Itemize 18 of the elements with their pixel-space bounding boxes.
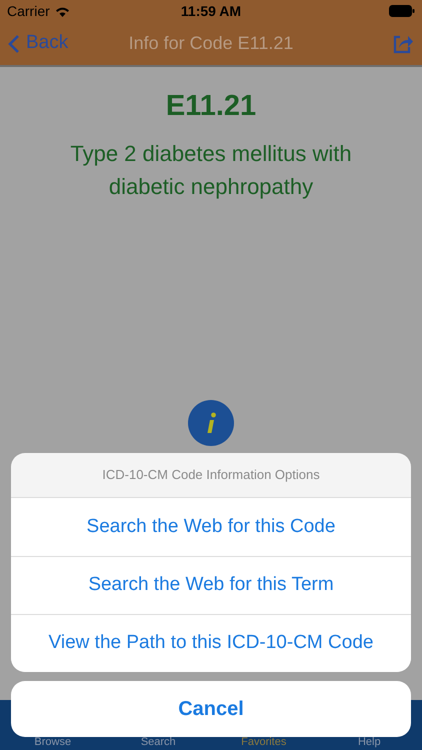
chevron-left-icon bbox=[8, 34, 20, 54]
action-option[interactable]: Search the Web for this Term bbox=[11, 556, 411, 614]
info-icon[interactable] bbox=[188, 400, 234, 446]
tab-bar-item[interactable]: Help bbox=[316, 736, 422, 749]
action-option[interactable]: Search the Web for this Code bbox=[11, 498, 411, 556]
wifi-icon bbox=[54, 6, 70, 16]
tab-bar-item[interactable]: Browse bbox=[0, 736, 106, 749]
window-title: Info for Code E11.21 bbox=[128, 32, 294, 55]
action-sheet-title: ICD-10-CM Code Information Options bbox=[102, 466, 320, 484]
battery-icon bbox=[389, 5, 415, 17]
tab-bar-item[interactable]: Search bbox=[106, 736, 211, 749]
tab-bar-item[interactable]: Favorites bbox=[211, 736, 316, 749]
carrier-label: Carrier bbox=[7, 2, 50, 20]
code-description: Type 2 diabetes mellitus with diabetic nephropathy bbox=[69, 140, 353, 201]
action-option[interactable]: View the Path to this ICD-10-CM Code bbox=[11, 614, 411, 672]
clock-time: 11:59 AM bbox=[180, 2, 242, 20]
cancel-button[interactable]: Cancel bbox=[11, 681, 411, 737]
code-title: E11.21 bbox=[166, 89, 256, 124]
